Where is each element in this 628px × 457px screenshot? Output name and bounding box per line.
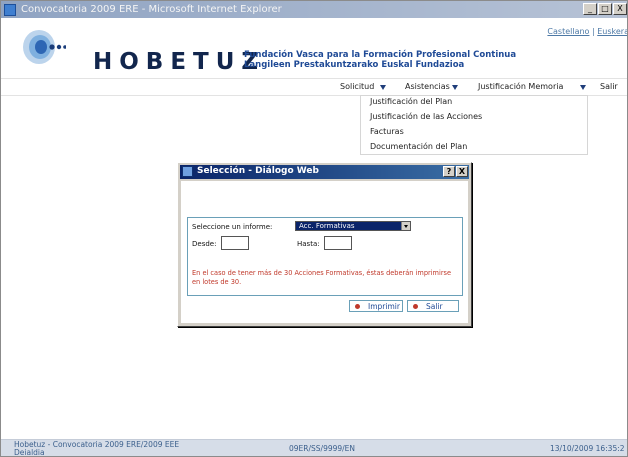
ie-icon: [4, 3, 16, 16]
subtitle-es: Fundación Vasca para la Formación Profes…: [244, 50, 517, 60]
desde-label: Desde:: [192, 240, 217, 248]
dropdown-item-justificacion-acciones[interactable]: Justificación de las Acciones: [370, 112, 482, 121]
dropdown-arrow-icon[interactable]: [401, 222, 410, 230]
bullet-icon: [355, 304, 360, 309]
exit-button-label: Salir: [426, 302, 443, 311]
justificacion-dropdown: Justificación del Plan Justificación de …: [360, 95, 588, 155]
dropdown-item-documentacion-plan[interactable]: Documentación del Plan: [370, 142, 467, 151]
dropdown-item-justificacion-plan[interactable]: Justificación del Plan: [370, 97, 452, 106]
language-switcher: Castellano | Euskera: [547, 27, 627, 36]
desde-input[interactable]: [221, 236, 249, 250]
lang-euskera-link[interactable]: Euskera: [597, 27, 627, 36]
status-bar: Hobetuz - Convocatoria 2009 ERE/2009 EEE…: [1, 439, 627, 457]
window-title: Convocatoria 2009 ERE - Microsoft Intern…: [21, 4, 282, 15]
brand-subtitle: Fundación Vasca para la Formación Profes…: [244, 50, 516, 70]
select-report-label: Seleccione un informe:: [192, 223, 273, 231]
subtitle-eu: Langileen Prestakuntzarako Euskal Fundaz…: [244, 60, 465, 70]
window-titlebar[interactable]: Convocatoria 2009 ERE - Microsoft Intern…: [1, 1, 627, 18]
report-panel: Seleccione un informe: Acc. Formativas D…: [187, 217, 463, 296]
main-menu: Solicitud Asistencias Justificación Memo…: [1, 78, 627, 96]
menu-salir[interactable]: Salir: [600, 82, 618, 91]
hasta-label: Hasta:: [297, 240, 320, 248]
browser-window: Convocatoria 2009 ERE - Microsoft Intern…: [0, 0, 628, 457]
hobetuz-logo-icon: [23, 30, 66, 64]
status-timestamp: 13/10/2009 16:35:2: [550, 444, 625, 453]
dialog-body: Seleccione un informe: Acc. Formativas D…: [181, 181, 468, 323]
menu-justificacion-memoria[interactable]: Justificación Memoria: [478, 82, 563, 91]
bullet-icon: [413, 304, 418, 309]
exit-button[interactable]: Salir: [407, 300, 459, 312]
dialog-close-button[interactable]: X: [456, 166, 468, 177]
dropdown-item-facturas[interactable]: Facturas: [370, 127, 404, 136]
warning-message: En el caso de tener más de 30 Acciones F…: [192, 269, 452, 286]
help-button[interactable]: ?: [443, 166, 455, 177]
maximize-button[interactable]: □: [598, 3, 612, 15]
dialog-title: Selección - Diálogo Web: [197, 166, 319, 176]
window-controls: _ □ X: [583, 3, 627, 15]
chevron-down-icon[interactable]: [452, 85, 458, 90]
print-button[interactable]: Imprimir: [349, 300, 403, 312]
brand-name: HOBETUZ: [93, 49, 266, 75]
minimize-button[interactable]: _: [583, 3, 597, 15]
print-button-label: Imprimir: [368, 302, 400, 311]
menu-solicitud[interactable]: Solicitud: [340, 82, 374, 91]
dialog-icon: [182, 166, 193, 177]
close-button[interactable]: X: [613, 3, 627, 15]
chevron-down-icon[interactable]: [580, 85, 586, 90]
chevron-down-icon[interactable]: [380, 85, 386, 90]
selection-dialog: Selección - Diálogo Web ? X Seleccione u…: [177, 162, 472, 327]
menu-asistencias[interactable]: Asistencias: [405, 82, 450, 91]
dialog-titlebar[interactable]: Selección - Diálogo Web ? X: [180, 165, 469, 179]
page-header: Castellano | Euskera HOBETUZ Fundación V…: [1, 18, 627, 78]
report-select[interactable]: Acc. Formativas: [295, 221, 411, 231]
report-select-value: Acc. Formativas: [299, 222, 355, 230]
status-code: 09ER/SS/9999/EN: [289, 444, 356, 453]
lang-castellano-link[interactable]: Castellano: [547, 27, 589, 36]
status-app-name-eu: Deialdia: [14, 448, 45, 457]
hasta-input[interactable]: [324, 236, 352, 250]
